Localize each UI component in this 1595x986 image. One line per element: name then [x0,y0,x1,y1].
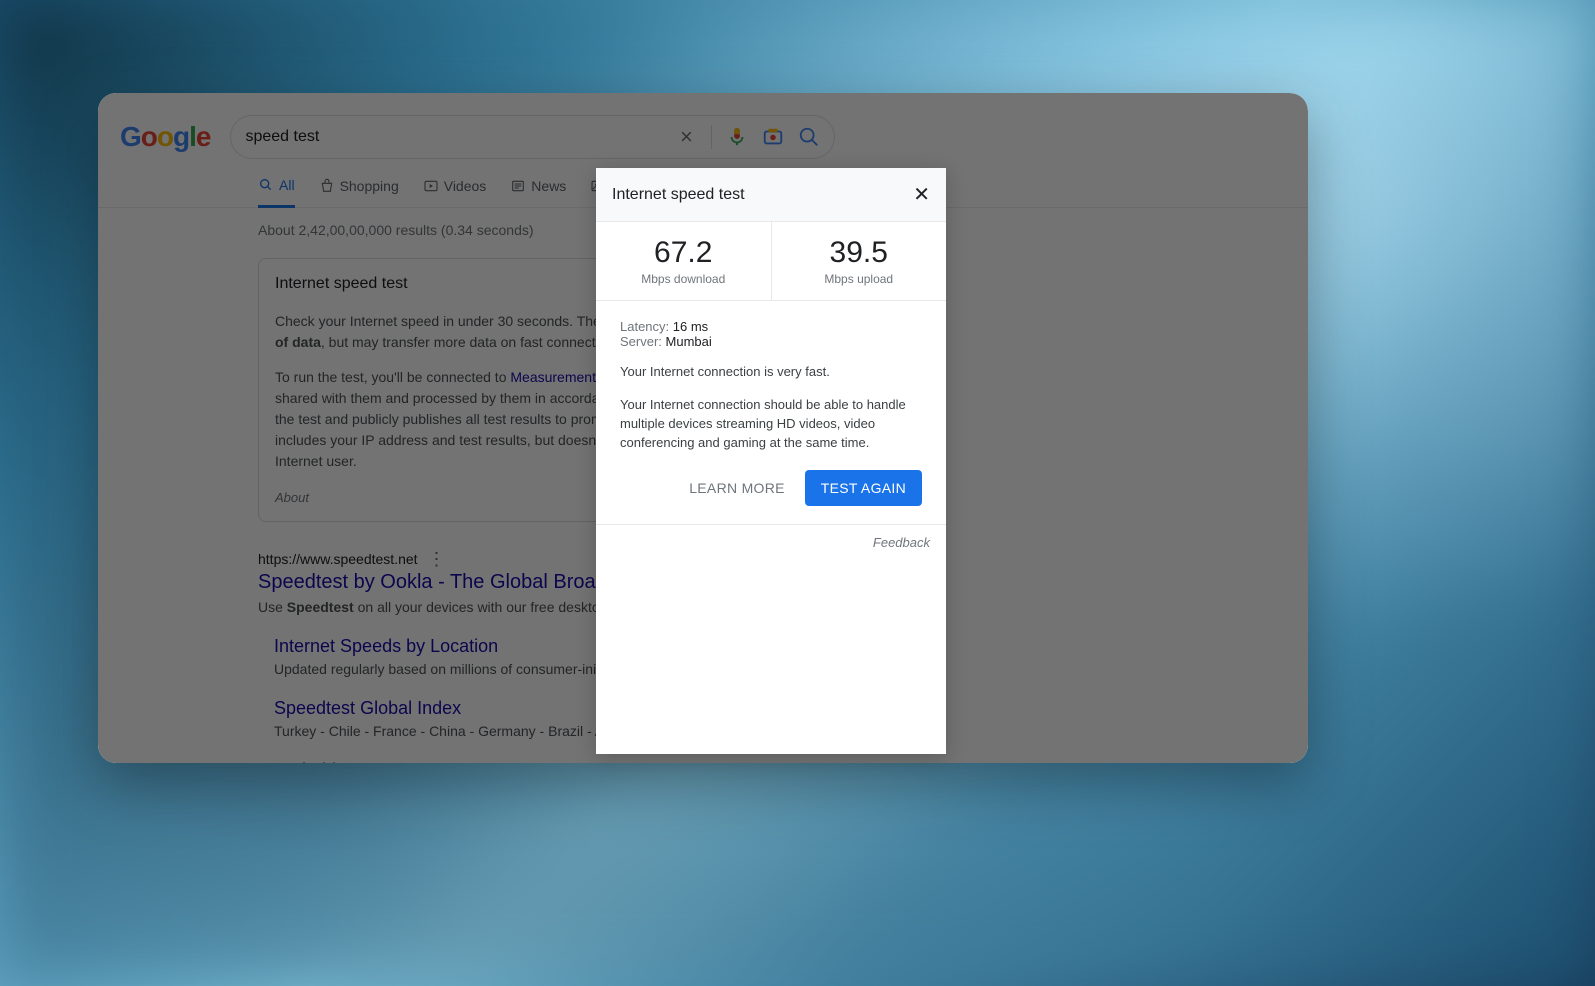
upload-value: 39.5 [772,236,947,270]
test-again-button[interactable]: TEST AGAIN [805,470,922,506]
download-speed: 67.2 Mbps download [596,222,772,300]
upload-label: Mbps upload [772,272,947,286]
download-value: 67.2 [596,236,771,270]
close-icon[interactable]: ✕ [913,182,930,207]
learn-more-button[interactable]: LEARN MORE [689,480,785,496]
download-label: Mbps download [596,272,771,286]
speed-test-modal: Internet speed test ✕ 67.2 Mbps download… [596,168,946,754]
modal-title: Internet speed test [612,186,745,204]
detail-text: Your Internet connection should be able … [620,396,922,453]
server-line: Server: Mumbai [620,334,922,349]
feedback-link[interactable]: Feedback [873,535,930,550]
summary-text: Your Internet connection is very fast. [620,363,922,382]
latency-line: Latency: 16 ms [620,319,922,334]
upload-speed: 39.5 Mbps upload [772,222,947,300]
